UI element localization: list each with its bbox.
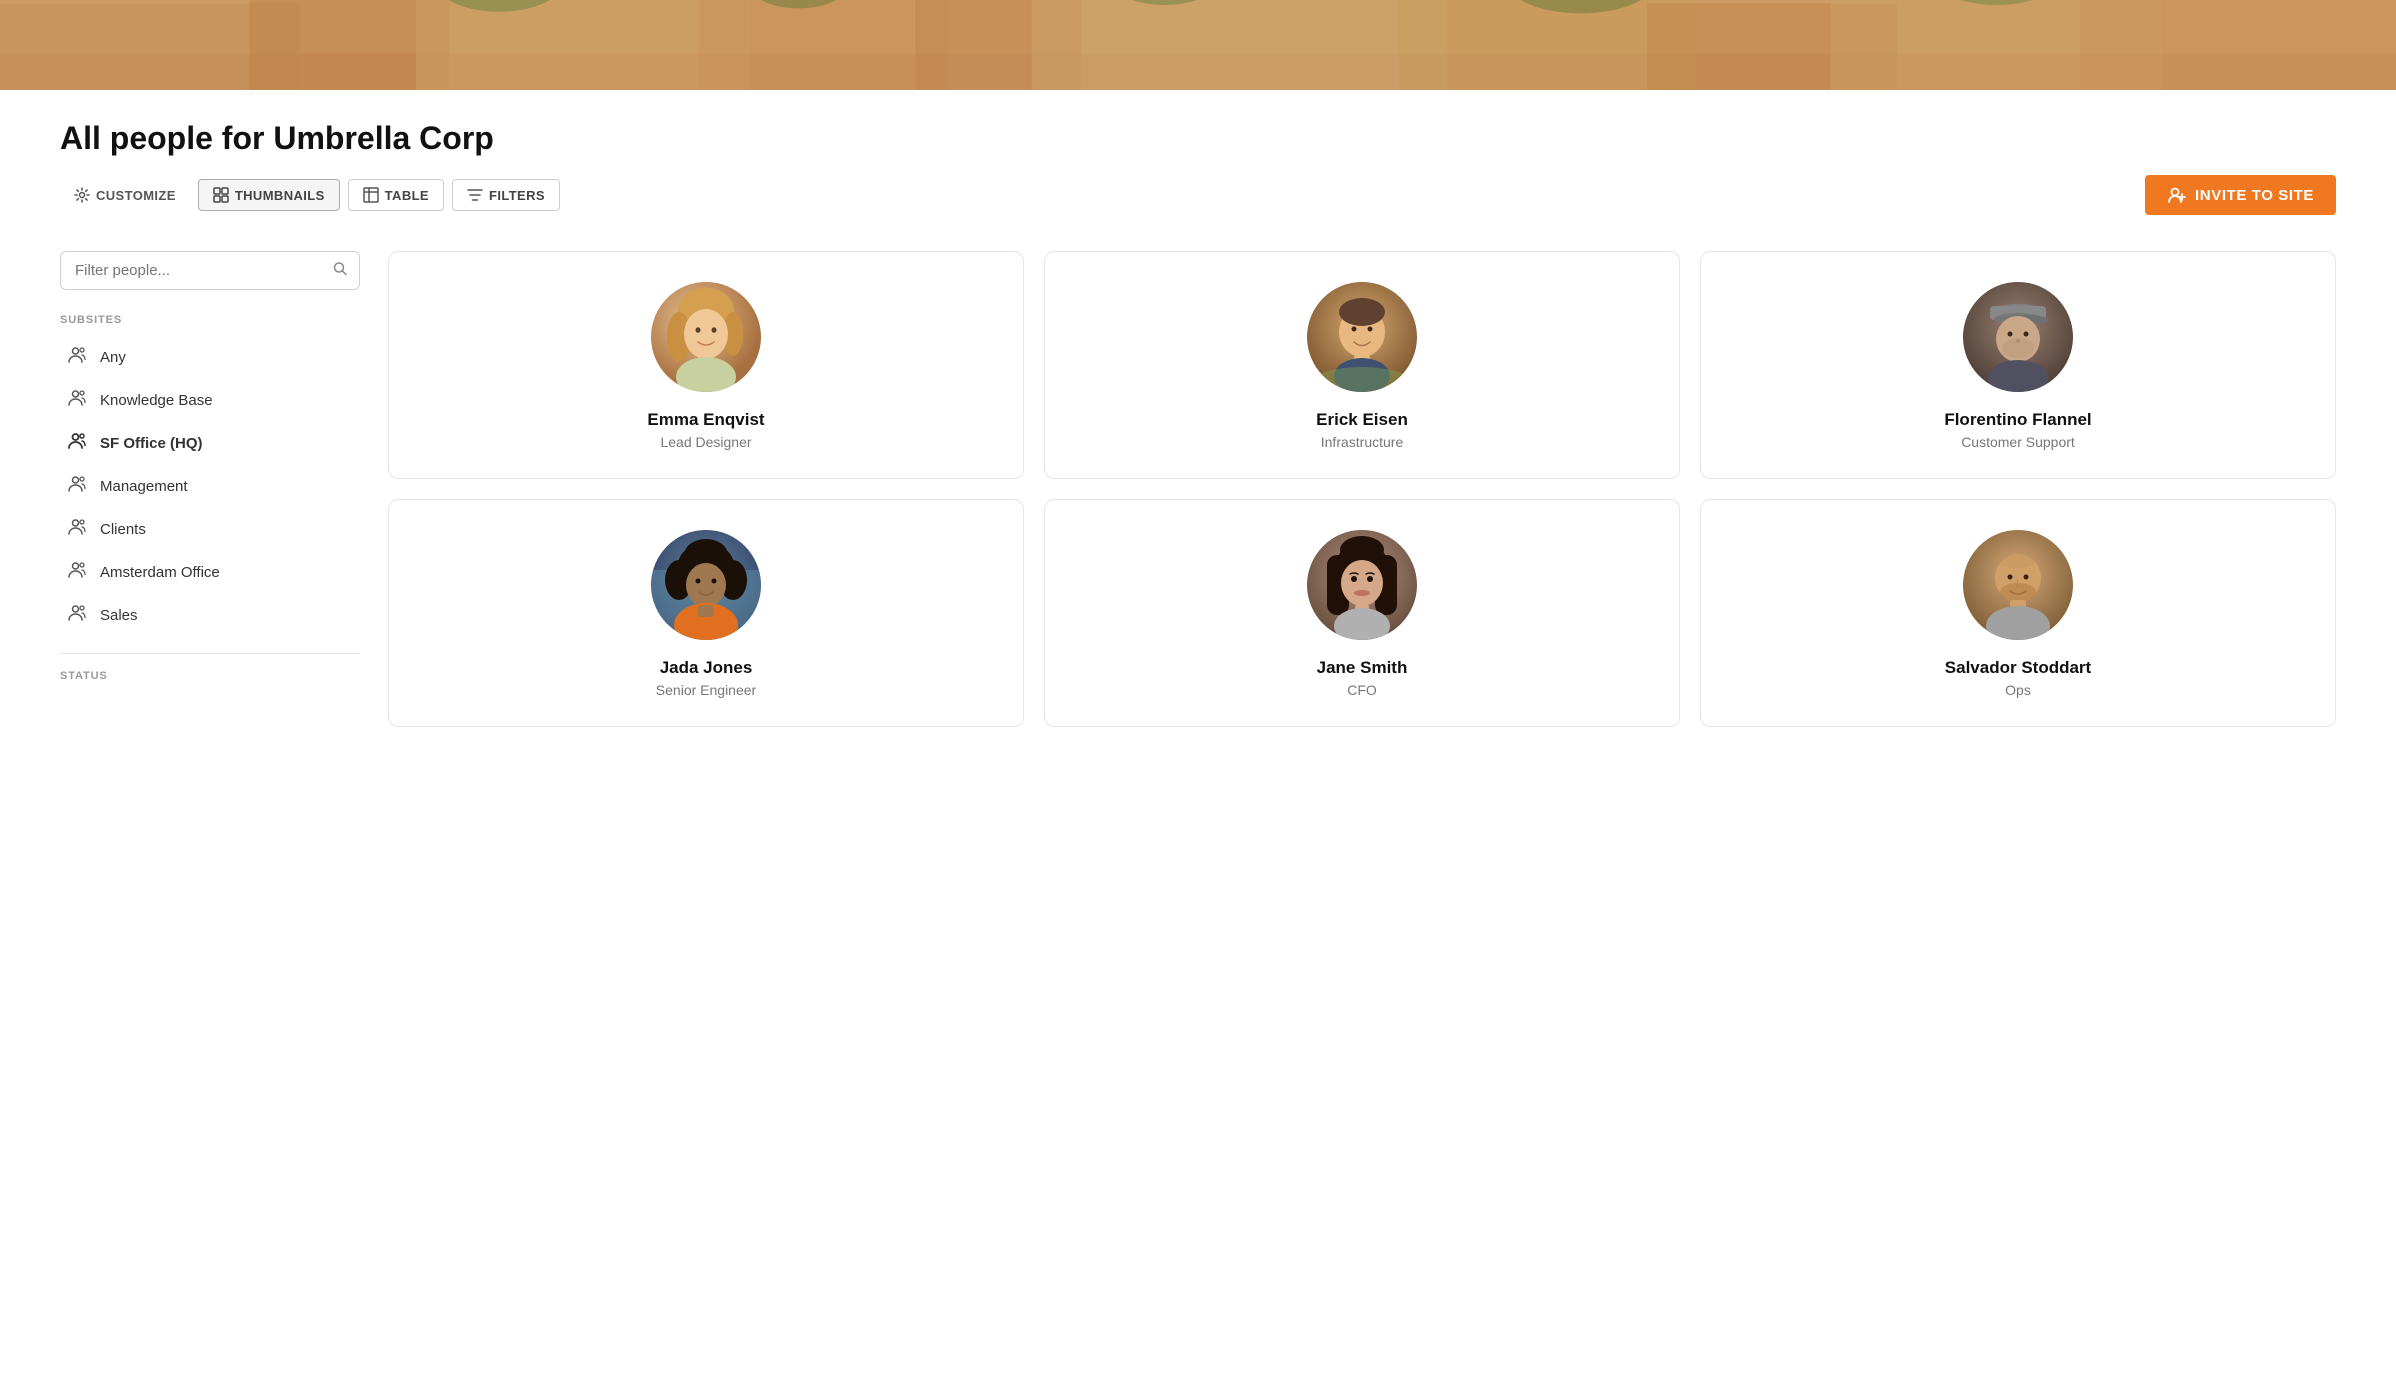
sidebar-item-sf-office-label: SF Office (HQ): [100, 435, 203, 452]
person-card-florentino[interactable]: Florentino Flannel Customer Support: [1700, 251, 2336, 479]
toolbar: CUSTOMIZE THUMBNAILS: [60, 175, 2336, 215]
invite-label: INVITE TO SITE: [2195, 187, 2314, 204]
person-role-salvador: Ops: [2005, 682, 2031, 698]
sidebar-item-sales[interactable]: Sales: [60, 594, 360, 637]
avatar-florentino: [1963, 282, 2073, 392]
customize-icon: [74, 187, 90, 203]
customize-label: CUSTOMIZE: [96, 188, 176, 203]
person-role-jane: CFO: [1347, 682, 1377, 698]
avatar-jada: [651, 530, 761, 640]
avatar-jane: [1307, 530, 1417, 640]
sidebar-item-knowledge-base[interactable]: Knowledge Base: [60, 379, 360, 422]
filter-people-input[interactable]: [60, 251, 360, 290]
person-card-emma[interactable]: Emma Enqvist Lead Designer: [388, 251, 1024, 479]
table-icon: [363, 187, 379, 203]
sidebar-item-any[interactable]: Any: [60, 336, 360, 379]
person-name-jane: Jane Smith: [1317, 658, 1408, 678]
thumbnails-icon: [213, 187, 229, 203]
person-name-emma: Emma Enqvist: [647, 410, 764, 430]
sidebar-item-clients[interactable]: Clients: [60, 508, 360, 551]
person-name-jada: Jada Jones: [660, 658, 753, 678]
people-icon-management: [68, 474, 90, 499]
hero-photo: [0, 0, 2396, 90]
filters-label: FILTERS: [489, 188, 545, 203]
people-icon-amsterdam-office: [68, 560, 90, 585]
avatar-erick: [1307, 282, 1417, 392]
invite-icon: [2167, 185, 2187, 205]
sidebar-item-management-label: Management: [100, 478, 188, 495]
invite-to-site-button[interactable]: INVITE TO SITE: [2145, 175, 2336, 215]
filters-button[interactable]: FILTERS: [452, 179, 560, 211]
thumbnails-label: THUMBNAILS: [235, 188, 325, 203]
people-icon-knowledge-base: [68, 388, 90, 413]
person-role-florentino: Customer Support: [1961, 434, 2075, 450]
person-name-erick: Erick Eisen: [1316, 410, 1408, 430]
subsites-label: SUBSITES: [60, 314, 360, 326]
person-name-salvador: Salvador Stoddart: [1945, 658, 2091, 678]
toolbar-left: CUSTOMIZE THUMBNAILS: [60, 179, 560, 211]
sidebar-item-knowledge-base-label: Knowledge Base: [100, 392, 213, 409]
hero-banner: [0, 0, 2396, 90]
person-card-jane[interactable]: Jane Smith CFO: [1044, 499, 1680, 727]
sidebar-item-any-label: Any: [100, 349, 126, 366]
sidebar-item-amsterdam-office[interactable]: Amsterdam Office: [60, 551, 360, 594]
search-icon: [332, 260, 348, 281]
people-icon-sales: [68, 603, 90, 628]
sidebar-divider: [60, 653, 360, 654]
person-role-erick: Infrastructure: [1321, 434, 1403, 450]
sidebar-item-clients-label: Clients: [100, 521, 146, 538]
people-icon-clients: [68, 517, 90, 542]
thumbnails-button[interactable]: THUMBNAILS: [198, 179, 340, 211]
people-icon-sf-office: [68, 431, 90, 456]
table-button[interactable]: TABLE: [348, 179, 444, 211]
content-area: SUBSITES Any: [60, 251, 2336, 727]
main-container: All people for Umbrella Corp CUSTOMIZE: [0, 90, 2396, 727]
person-role-emma: Lead Designer: [660, 434, 751, 450]
sidebar-item-sf-office[interactable]: SF Office (HQ): [60, 422, 360, 465]
customize-button[interactable]: CUSTOMIZE: [60, 180, 190, 210]
page-title: All people for Umbrella Corp: [60, 120, 2336, 157]
avatar-emma: [651, 282, 761, 392]
person-name-florentino: Florentino Flannel: [1944, 410, 2091, 430]
avatar-salvador: [1963, 530, 2073, 640]
sidebar: SUBSITES Any: [60, 251, 360, 727]
sidebar-items-list: Any Knowledge Base: [60, 336, 360, 637]
person-card-erick[interactable]: Erick Eisen Infrastructure: [1044, 251, 1680, 479]
filter-input-wrap: [60, 251, 360, 290]
person-card-jada[interactable]: Jada Jones Senior Engineer: [388, 499, 1024, 727]
filters-icon: [467, 187, 483, 203]
person-card-salvador[interactable]: Salvador Stoddart Ops: [1700, 499, 2336, 727]
sidebar-item-sales-label: Sales: [100, 607, 138, 624]
people-cards-grid: Emma Enqvist Lead Designer: [388, 251, 2336, 727]
sidebar-item-amsterdam-office-label: Amsterdam Office: [100, 564, 220, 581]
table-label: TABLE: [385, 188, 429, 203]
people-icon-any: [68, 345, 90, 370]
sidebar-item-management[interactable]: Management: [60, 465, 360, 508]
page-header: All people for Umbrella Corp CUSTOMIZE: [60, 90, 2336, 231]
status-section-label: STATUS: [60, 670, 360, 682]
person-role-jada: Senior Engineer: [656, 682, 756, 698]
